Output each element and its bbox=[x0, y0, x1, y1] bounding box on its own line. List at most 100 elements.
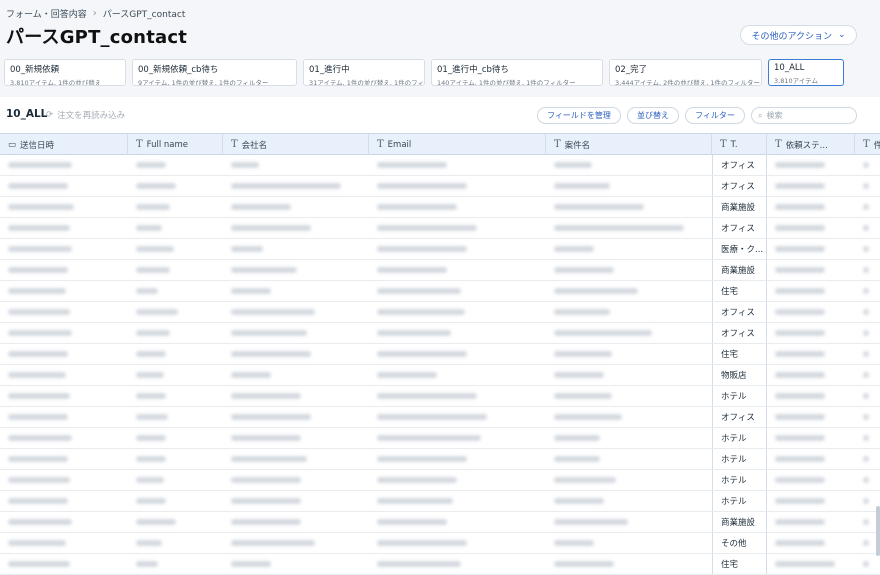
table-cell[interactable] bbox=[128, 470, 223, 490]
table-cell[interactable] bbox=[767, 239, 855, 259]
table-cell[interactable] bbox=[369, 302, 546, 322]
table-cell[interactable] bbox=[0, 176, 128, 196]
table-cell-type[interactable]: オフィス bbox=[712, 155, 767, 175]
table-cell-type[interactable]: 住宅 bbox=[712, 554, 767, 574]
table-cell[interactable] bbox=[767, 155, 855, 175]
table-cell[interactable] bbox=[0, 260, 128, 280]
column-header[interactable]: T Email bbox=[369, 134, 546, 155]
view-tab-active[interactable]: 10_ALL 3,810アイテム bbox=[768, 59, 844, 86]
table-cell[interactable] bbox=[223, 407, 369, 427]
view-tab[interactable]: 02_完了 3,444アイテム, 2件の並び替え, 1件のフィルター bbox=[609, 59, 762, 86]
column-header[interactable]: T 依頼ステ... bbox=[767, 134, 855, 155]
table-cell[interactable] bbox=[0, 218, 128, 238]
table-row[interactable]: オフィス bbox=[0, 155, 880, 176]
table-cell[interactable] bbox=[546, 449, 712, 469]
table-cell-type[interactable]: 住宅 bbox=[712, 281, 767, 301]
table-cell[interactable] bbox=[369, 533, 546, 553]
table-row[interactable]: 医療・ク... bbox=[0, 239, 880, 260]
table-cell[interactable] bbox=[767, 554, 855, 574]
table-row[interactable]: 商業施設 bbox=[0, 260, 880, 281]
table-cell[interactable] bbox=[546, 323, 712, 343]
table-cell[interactable] bbox=[767, 281, 855, 301]
table-cell[interactable] bbox=[0, 533, 128, 553]
table-cell[interactable] bbox=[546, 491, 712, 511]
table-cell[interactable] bbox=[0, 323, 128, 343]
column-header[interactable]: T Full name bbox=[128, 134, 223, 155]
table-row[interactable]: 物販店 bbox=[0, 365, 880, 386]
table-cell[interactable] bbox=[855, 302, 880, 322]
table-cell[interactable] bbox=[855, 554, 880, 574]
table-cell[interactable] bbox=[128, 302, 223, 322]
table-cell[interactable] bbox=[855, 449, 880, 469]
table-cell-type[interactable]: 商業施設 bbox=[712, 512, 767, 532]
table-row[interactable]: 住宅 bbox=[0, 281, 880, 302]
table-cell[interactable] bbox=[546, 155, 712, 175]
table-cell[interactable] bbox=[128, 197, 223, 217]
table-cell[interactable] bbox=[767, 533, 855, 553]
table-cell[interactable] bbox=[369, 386, 546, 406]
table-cell-type[interactable]: オフィス bbox=[712, 407, 767, 427]
table-cell[interactable] bbox=[0, 344, 128, 364]
table-cell[interactable] bbox=[546, 407, 712, 427]
table-row[interactable]: オフィス bbox=[0, 176, 880, 197]
table-cell[interactable] bbox=[546, 281, 712, 301]
table-cell[interactable] bbox=[0, 512, 128, 532]
table-cell-type[interactable]: 医療・ク... bbox=[712, 239, 767, 259]
table-cell[interactable] bbox=[767, 197, 855, 217]
table-cell[interactable] bbox=[546, 218, 712, 238]
table-cell[interactable] bbox=[223, 281, 369, 301]
table-row[interactable]: ホテル bbox=[0, 491, 880, 512]
table-cell[interactable] bbox=[767, 344, 855, 364]
table-cell[interactable] bbox=[369, 323, 546, 343]
table-cell[interactable] bbox=[223, 260, 369, 280]
table-cell[interactable] bbox=[767, 218, 855, 238]
table-cell[interactable] bbox=[223, 470, 369, 490]
table-cell[interactable] bbox=[223, 302, 369, 322]
table-cell[interactable] bbox=[223, 554, 369, 574]
table-row[interactable]: オフィス bbox=[0, 407, 880, 428]
table-cell[interactable] bbox=[546, 176, 712, 196]
table-cell[interactable] bbox=[0, 239, 128, 259]
table-cell-type[interactable]: オフィス bbox=[712, 176, 767, 196]
table-cell[interactable] bbox=[128, 533, 223, 553]
table-cell[interactable] bbox=[369, 449, 546, 469]
table-cell[interactable] bbox=[223, 323, 369, 343]
table-cell[interactable] bbox=[369, 344, 546, 364]
table-cell[interactable] bbox=[546, 344, 712, 364]
table-cell[interactable] bbox=[369, 176, 546, 196]
table-cell[interactable] bbox=[369, 218, 546, 238]
table-cell[interactable] bbox=[223, 449, 369, 469]
table-cell[interactable] bbox=[223, 176, 369, 196]
manage-fields-button[interactable]: フィールドを管理 bbox=[537, 107, 621, 124]
table-cell[interactable] bbox=[223, 533, 369, 553]
table-cell[interactable] bbox=[546, 554, 712, 574]
table-cell[interactable] bbox=[0, 428, 128, 448]
table-row[interactable]: ホテル bbox=[0, 449, 880, 470]
table-cell[interactable] bbox=[223, 197, 369, 217]
table-cell[interactable] bbox=[369, 554, 546, 574]
breadcrumb-parent[interactable]: フォーム・回答内容 bbox=[6, 7, 87, 20]
table-cell[interactable] bbox=[546, 470, 712, 490]
table-cell[interactable] bbox=[0, 554, 128, 574]
table-cell-type[interactable]: ホテル bbox=[712, 491, 767, 511]
table-cell-type[interactable]: その他 bbox=[712, 533, 767, 553]
table-cell[interactable] bbox=[128, 512, 223, 532]
table-cell-type[interactable]: オフィス bbox=[712, 218, 767, 238]
table-cell[interactable] bbox=[855, 281, 880, 301]
table-cell-type[interactable]: 住宅 bbox=[712, 344, 767, 364]
table-row[interactable]: 住宅 bbox=[0, 344, 880, 365]
table-cell-type[interactable]: 物販店 bbox=[712, 365, 767, 385]
table-cell[interactable] bbox=[128, 218, 223, 238]
table-cell[interactable] bbox=[0, 365, 128, 385]
table-cell[interactable] bbox=[767, 428, 855, 448]
table-cell[interactable] bbox=[128, 554, 223, 574]
table-cell[interactable] bbox=[369, 197, 546, 217]
column-header[interactable]: T 会社名 bbox=[223, 134, 369, 155]
view-tab[interactable]: 01_進行中_cb待ち 140アイテム, 1件の並び替え, 1件のフィルター bbox=[431, 59, 603, 86]
table-cell[interactable] bbox=[128, 344, 223, 364]
reload-button[interactable]: ⟳ 注文を再読み込み bbox=[46, 109, 125, 121]
table-cell[interactable] bbox=[223, 512, 369, 532]
table-cell-type[interactable]: ホテル bbox=[712, 386, 767, 406]
table-cell[interactable] bbox=[128, 407, 223, 427]
table-cell[interactable] bbox=[369, 155, 546, 175]
